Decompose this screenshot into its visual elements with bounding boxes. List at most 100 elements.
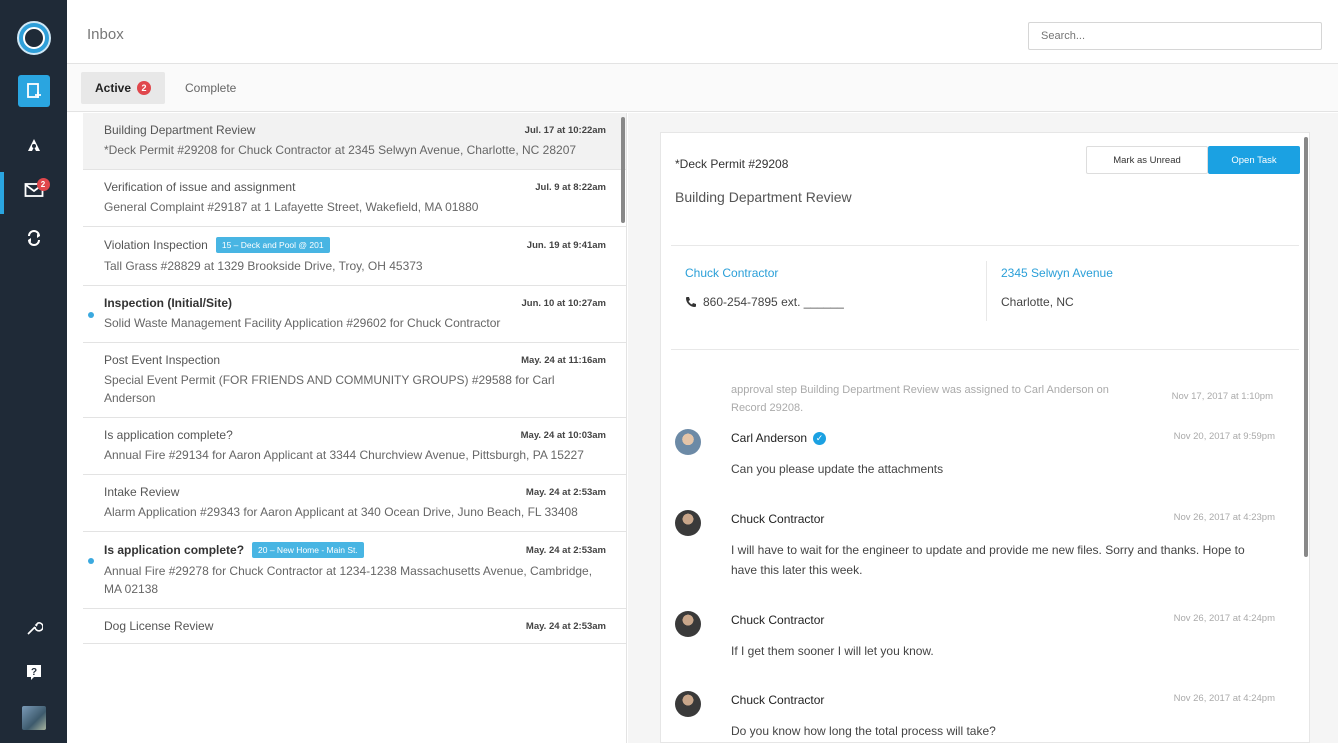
list-item-date: May. 24 at 2:53am bbox=[525, 486, 606, 498]
list-scrollbar[interactable] bbox=[621, 117, 625, 223]
comment-text: I will have to wait for the engineer to … bbox=[731, 543, 1245, 577]
tab-complete-label: Complete bbox=[185, 81, 237, 95]
sidebar-item-user[interactable] bbox=[0, 700, 67, 736]
list-item-subtitle: *Deck Permit #29208 for Chuck Contractor… bbox=[104, 143, 577, 157]
list-item-title: Post Event Inspection bbox=[104, 353, 221, 367]
phone-number: 860-254-7895 ext. ______ bbox=[703, 295, 844, 309]
list-item-date: Jul. 9 at 8:22am bbox=[535, 181, 606, 193]
avatar bbox=[675, 429, 701, 455]
sync-icon bbox=[27, 230, 40, 246]
active-count-badge: 2 bbox=[137, 81, 152, 95]
comment-text: Do you know how long the total process w… bbox=[731, 724, 996, 738]
list-item-tag: 20 – New Home - Main St. bbox=[252, 542, 364, 558]
wrench-icon bbox=[26, 622, 43, 635]
tab-active[interactable]: Active 2 bbox=[81, 72, 166, 104]
list-item-tag: 15 – Deck and Pool @ 201 bbox=[215, 237, 330, 253]
seal-logo-icon bbox=[16, 21, 51, 55]
comment-text: Can you please update the attachments bbox=[731, 462, 944, 476]
help-icon: ? bbox=[26, 665, 41, 680]
list-item-subtitle: General Complaint #29187 at 1 Lafayette … bbox=[104, 200, 479, 214]
comment-time: Nov 26, 2017 at 4:24pm bbox=[1173, 613, 1275, 624]
unread-dot bbox=[88, 558, 94, 564]
system-message-time: Nov 17, 2017 at 1:10pm bbox=[1171, 391, 1273, 402]
list-item-title: Is application complete? bbox=[104, 428, 233, 442]
list-item-subtitle: Annual Fire #29278 for Chuck Contractor … bbox=[104, 564, 593, 596]
phone-icon bbox=[686, 297, 696, 307]
list-item[interactable]: Is application complete? May. 24 at 10:0… bbox=[83, 418, 626, 475]
task-list: Building Department Review Jul. 17 at 10… bbox=[83, 113, 627, 743]
sidebar-item-inbox[interactable]: 2 bbox=[0, 172, 67, 212]
list-item[interactable]: Building Department Review Jul. 17 at 10… bbox=[83, 113, 626, 170]
contact-phone: 860-254-7895 ext. ______ bbox=[685, 295, 844, 309]
search-input[interactable] bbox=[1028, 22, 1322, 50]
list-item[interactable]: Dog License Review May. 24 at 2:53am bbox=[83, 609, 626, 644]
divider bbox=[671, 349, 1299, 350]
comment-text: If I get them sooner I will let you know… bbox=[731, 644, 934, 658]
list-item-subtitle: Special Event Permit (FOR FRIENDS AND CO… bbox=[104, 373, 555, 405]
comment-time: Nov 26, 2017 at 4:24pm bbox=[1173, 693, 1275, 704]
list-item-subtitle: Tall Grass #28829 at 1329 Brookside Driv… bbox=[104, 259, 423, 273]
contact-name-link[interactable]: Chuck Contractor bbox=[685, 266, 778, 280]
avatar bbox=[675, 510, 701, 536]
permit-title: *Deck Permit #29208 bbox=[675, 157, 789, 171]
tabs-bar: Active 2 Complete bbox=[67, 64, 1338, 112]
list-item[interactable]: Intake Review May. 24 at 2:53am Alarm Ap… bbox=[83, 475, 626, 532]
verified-check-icon: ✓ bbox=[813, 431, 827, 445]
list-item-title: Building Department Review bbox=[104, 123, 256, 137]
detail-card: *Deck Permit #29208 Building Department … bbox=[660, 132, 1310, 743]
list-item-date: Jul. 17 at 10:22am bbox=[524, 124, 606, 136]
list-item[interactable]: Inspection (Initial/Site) Jun. 10 at 10:… bbox=[83, 286, 626, 343]
comment-author-name: Chuck Contractor bbox=[731, 693, 825, 707]
comment-time: Nov 20, 2017 at 9:59pm bbox=[1173, 431, 1275, 442]
list-item[interactable]: Is application complete? 20 – New Home -… bbox=[83, 532, 626, 609]
list-item-date: May. 24 at 11:16am bbox=[521, 354, 606, 366]
list-item-title: Dog License Review bbox=[104, 619, 214, 633]
comment-author: Carl Anderson ✓ bbox=[731, 431, 827, 445]
page-title: Inbox bbox=[87, 26, 124, 43]
list-item-date: May. 24 at 10:03am bbox=[520, 429, 606, 441]
people-icon bbox=[27, 139, 40, 151]
list-item-date: May. 24 at 2:53am bbox=[525, 620, 606, 632]
comment-author-name: Carl Anderson bbox=[731, 431, 808, 445]
list-item-date: May. 24 at 2:53am bbox=[525, 544, 606, 556]
sidebar-item-people[interactable] bbox=[0, 130, 67, 162]
mark-unread-button[interactable]: Mark as Unread bbox=[1086, 146, 1208, 174]
tab-active-label: Active bbox=[95, 81, 132, 95]
comment-author-name: Chuck Contractor bbox=[731, 512, 825, 526]
tab-complete[interactable]: Complete bbox=[171, 72, 250, 104]
app-logo[interactable] bbox=[0, 18, 67, 58]
open-task-button[interactable]: Open Task bbox=[1208, 146, 1300, 174]
address-link[interactable]: 2345 Selwyn Avenue bbox=[1001, 266, 1113, 280]
list-item-date: Jun. 10 at 10:27am bbox=[521, 297, 607, 309]
list-item-subtitle: Alarm Application #29343 for Aaron Appli… bbox=[104, 505, 578, 519]
divider bbox=[671, 245, 1299, 246]
list-item-subtitle: Solid Waste Management Facility Applicat… bbox=[104, 316, 501, 330]
list-item-title: Intake Review bbox=[104, 485, 180, 499]
address-city: Charlotte, NC bbox=[1001, 295, 1074, 309]
list-item-title: Verification of issue and assignment bbox=[104, 180, 296, 194]
list-item-title: Inspection (Initial/Site) bbox=[104, 296, 233, 310]
list-item-title-row: Violation Inspection 15 – Deck and Pool … bbox=[104, 237, 330, 253]
list-item[interactable]: Verification of issue and assignment Jul… bbox=[83, 170, 626, 227]
avatar bbox=[675, 691, 701, 717]
list-item[interactable]: Post Event Inspection May. 24 at 11:16am… bbox=[83, 343, 626, 418]
unread-dot bbox=[88, 312, 94, 318]
system-message: approval step Building Department Review… bbox=[731, 384, 1109, 414]
list-item[interactable]: Violation Inspection 15 – Deck and Pool … bbox=[83, 227, 626, 286]
sidebar: 2 ? bbox=[0, 0, 67, 743]
comment-author-name: Chuck Contractor bbox=[731, 613, 825, 627]
list-item-date: Jun. 19 at 9:41am bbox=[526, 239, 606, 251]
avatar bbox=[21, 706, 46, 730]
sidebar-item-new[interactable] bbox=[0, 74, 67, 108]
comment-time: Nov 26, 2017 at 4:23pm bbox=[1173, 512, 1275, 523]
sidebar-item-help[interactable]: ? bbox=[0, 656, 67, 688]
sidebar-item-sync[interactable] bbox=[0, 222, 67, 254]
task-title: Building Department Review bbox=[675, 189, 852, 205]
detail-scrollbar[interactable] bbox=[1304, 137, 1308, 557]
new-record-icon bbox=[17, 75, 50, 107]
svg-text:?: ? bbox=[30, 667, 36, 678]
list-item-title-row: Is application complete? 20 – New Home -… bbox=[104, 542, 364, 558]
inbox-badge: 2 bbox=[36, 177, 50, 191]
list-item-subtitle: Annual Fire #29134 for Aaron Applicant a… bbox=[104, 448, 584, 462]
sidebar-item-settings[interactable] bbox=[0, 612, 67, 644]
